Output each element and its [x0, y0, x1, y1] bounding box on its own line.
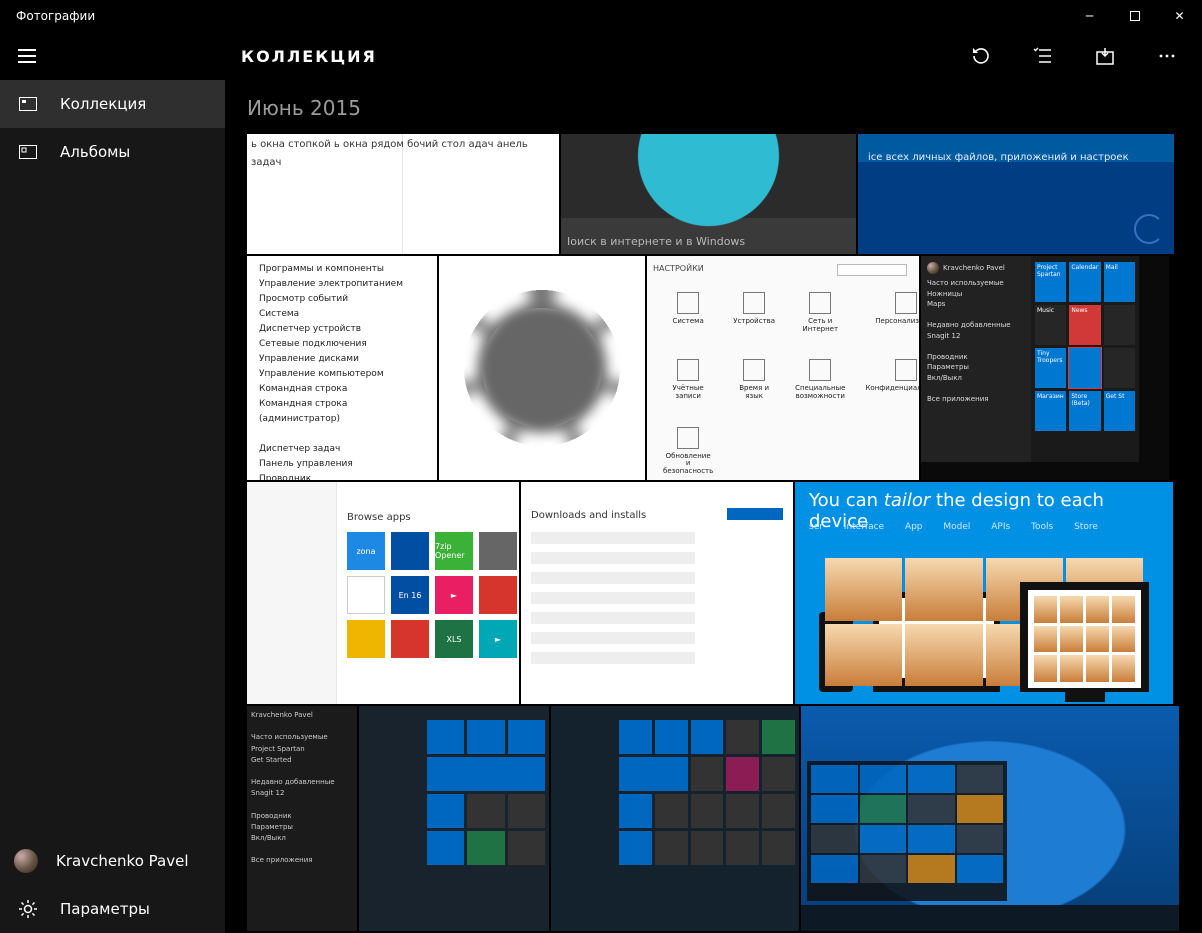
sidebar: Коллекция Альбомы Kravchenko Pavel Парам…	[0, 32, 225, 933]
thumbnail-text: Часто используемые Ножницы Maps Недавно …	[927, 278, 1025, 404]
minimize-button[interactable]: ─	[1067, 0, 1112, 32]
thumbnail-text: 7zip Opener	[435, 532, 473, 570]
thumbnail-text: Магазин	[1035, 391, 1066, 431]
sidebar-user-label: Kravchenko Pavel	[56, 852, 189, 870]
window-title: Фотографии	[16, 9, 95, 23]
title-bar: Фотографии ─ ✕	[0, 0, 1202, 32]
thumbnail-text: Kravchenko Pavel Часто используемые Proj…	[251, 710, 353, 867]
thumbnail-text: Calendar	[1069, 262, 1100, 302]
thumbnail-text: Время и язык	[733, 385, 775, 400]
photo-thumbnail[interactable]: Downloads and installs	[521, 482, 793, 704]
photo-thumbnail[interactable]	[551, 706, 799, 931]
thumbnail-text: Устройства	[733, 318, 775, 326]
photo-thumbnail[interactable]	[801, 706, 1179, 931]
thumbnail-text: ►	[435, 576, 473, 614]
thumbnail-text: Іоиск в интернете и в Windows	[567, 235, 745, 248]
thumbnail-text: Персонализация	[865, 318, 919, 326]
gear-icon	[18, 900, 38, 918]
thumbnail-text: Music	[1035, 305, 1066, 345]
photo-thumbnail[interactable]: Программы и компоненты Управление электр…	[247, 256, 437, 480]
sidebar-item-label: Параметры	[60, 900, 150, 918]
photo-thumbnail[interactable]: Іоиск в интернете и в Windows	[561, 134, 856, 254]
thumbnail-text: Конфиденциальность	[865, 385, 919, 393]
thumbnail-text: Программы и компоненты Управление электр…	[259, 262, 429, 480]
thumbnail-text: Project Spartan	[1035, 262, 1066, 302]
maximize-button[interactable]	[1112, 0, 1157, 32]
thumbnail-text: News	[1069, 305, 1100, 345]
sidebar-user[interactable]: Kravchenko Pavel	[0, 837, 225, 885]
more-button[interactable]	[1156, 45, 1178, 67]
thumbnail-text: Tiny Troopers	[1035, 348, 1066, 388]
hamburger-button[interactable]	[0, 32, 225, 80]
thumbnail-text: ь окна стопкой ь окна рядом бочий стол а…	[251, 136, 559, 172]
group-header[interactable]: Июнь 2015	[247, 96, 1202, 120]
thumbnail-text: Mail	[1104, 262, 1135, 302]
sidebar-item-albums[interactable]: Альбомы	[0, 128, 225, 176]
collection-icon	[18, 97, 38, 111]
thumbnail-text: ser Interface App Model APIs Tools Store	[809, 522, 1098, 532]
thumbnail-text: Учётные записи	[663, 385, 713, 400]
import-button[interactable]	[1094, 45, 1116, 67]
thumbnail-text: Специальные возможности	[795, 385, 845, 400]
thumbnail-text: Система	[663, 318, 713, 326]
thumbnail-text: Kravchenko Pavel	[943, 263, 1005, 274]
thumbnail-text	[479, 576, 517, 614]
avatar-icon	[14, 849, 38, 873]
sidebar-item-label: Коллекция	[60, 95, 146, 113]
thumbnail-text: Сеть и Интернет	[795, 318, 845, 333]
thumbnail-text: XLS	[435, 620, 473, 658]
refresh-button[interactable]	[970, 45, 992, 67]
sidebar-item-settings[interactable]: Параметры	[0, 885, 225, 933]
photo-thumbnail[interactable]: Kravchenko Pavel Часто используемые Proj…	[247, 706, 357, 931]
main-area: КОЛЛЕКЦИЯ Июнь 2015	[225, 32, 1202, 933]
thumbnail-text: zona	[347, 532, 385, 570]
thumbnail-text	[1069, 348, 1100, 388]
thumbnail-text: ►	[479, 620, 517, 658]
thumbnail-text	[391, 532, 429, 570]
gear-icon	[439, 256, 645, 480]
thumbnail-text	[391, 620, 429, 658]
page-title: КОЛЛЕКЦИЯ	[241, 47, 377, 66]
photo-thumbnail[interactable]: НАСТРОЙКИ Система Устройства Сеть и Инте…	[647, 256, 919, 480]
thumbnail-text	[347, 576, 385, 614]
thumbnail-text: Store (Beta)	[1069, 391, 1100, 431]
photo-thumbnail[interactable]	[439, 256, 645, 480]
thumbnail-text: ісе всех личных файлов, приложений и нас…	[868, 152, 1164, 163]
photo-thumbnail[interactable]: Browse apps zona 7zip Opener En 16 ►	[247, 482, 519, 704]
thumbnail-text: Downloads and installs	[531, 510, 646, 521]
photo-thumbnail[interactable]	[359, 706, 549, 931]
thumbnail-text: Обновление и безопасность	[663, 453, 713, 476]
photo-thumbnail[interactable]: Kravchenko Pavel Часто используемые Ножн…	[921, 256, 1169, 480]
thumbnail-text: En 16	[391, 576, 429, 614]
thumbnail-text	[727, 508, 783, 520]
hamburger-icon	[18, 49, 36, 63]
thumbnail-text: Get St	[1104, 391, 1135, 431]
photo-thumbnail[interactable]: ісе всех личных файлов, приложений и нас…	[858, 134, 1174, 254]
thumbnail-text	[347, 620, 385, 658]
collection-scroll[interactable]: Июнь 2015 ь окна стопкой ь окна рядом бо…	[225, 80, 1202, 933]
albums-icon	[18, 145, 38, 159]
thumbnail-text	[1104, 348, 1135, 388]
thumbnail-text	[1104, 305, 1135, 345]
photo-thumbnail[interactable]: ь окна стопкой ь окна рядом бочий стол а…	[247, 134, 559, 254]
close-button[interactable]: ✕	[1157, 0, 1202, 32]
thumbnail-text: Browse apps	[347, 512, 411, 523]
thumbnail-text: НАСТРОЙКИ	[653, 264, 704, 273]
select-button[interactable]	[1032, 45, 1054, 67]
command-bar: КОЛЛЕКЦИЯ	[225, 32, 1202, 80]
sidebar-item-label: Альбомы	[60, 143, 130, 161]
photo-thumbnail[interactable]: You can tailor the design to each device…	[795, 482, 1173, 704]
thumbnail-text	[479, 532, 517, 570]
sidebar-item-collection[interactable]: Коллекция	[0, 80, 225, 128]
